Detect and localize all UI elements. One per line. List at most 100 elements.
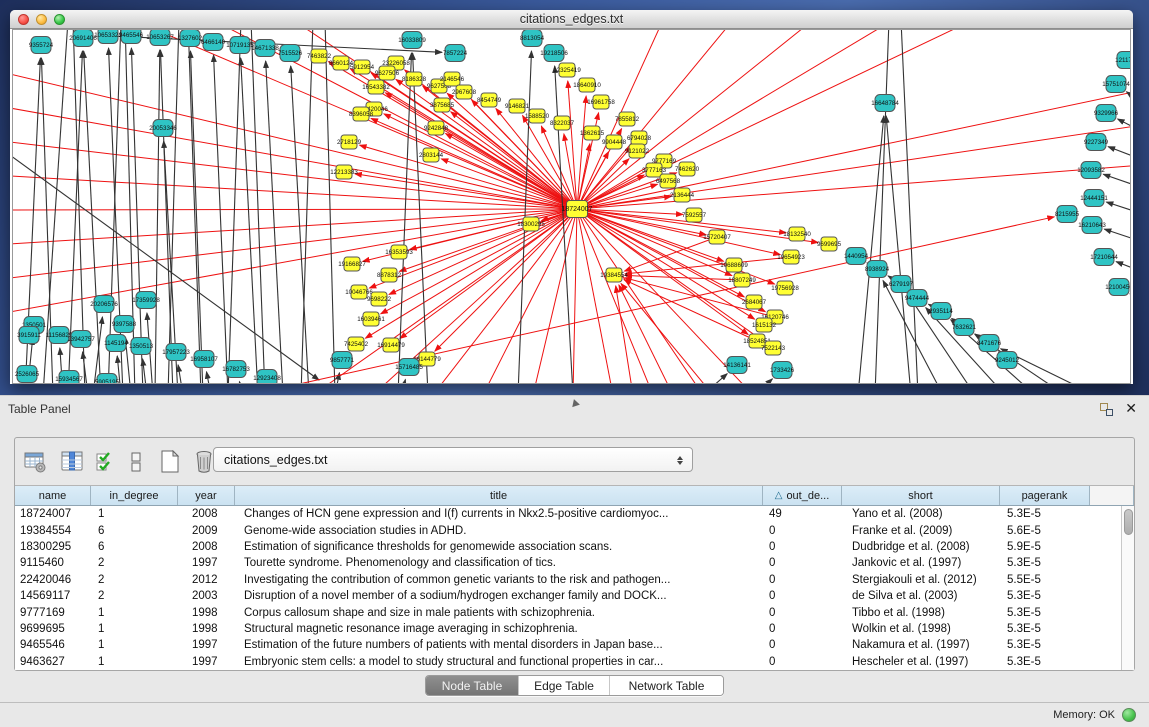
table-body[interactable]: 1872400712008Changes of HCN gene express… — [15, 506, 1121, 670]
graph-node[interactable]: 1440954 — [844, 248, 869, 265]
graph-node[interactable]: 9245012 — [995, 352, 1020, 369]
table-selector-dropdown[interactable]: citations_edges.txt — [213, 447, 693, 472]
graph-node[interactable]: 9699695 — [817, 237, 842, 251]
graph-node[interactable]: 1350513 — [129, 338, 154, 355]
graph-node[interactable]: 9146821 — [505, 99, 530, 113]
graph-node[interactable]: 12444151 — [1080, 190, 1108, 207]
graph-node[interactable]: 9698222 — [367, 292, 392, 306]
graph-node[interactable]: 3915911 — [17, 327, 41, 344]
graph-node[interactable]: 7522143 — [761, 341, 786, 355]
table-row[interactable]: 2242004622012Investigating the contribut… — [15, 572, 1121, 588]
graph-node[interactable]: 13942757 — [67, 331, 95, 348]
graph-node[interactable]: 1211745 — [1115, 52, 1131, 69]
graph-node[interactable]: 20053346 — [149, 120, 177, 137]
graph-node[interactable]: 16958107 — [190, 351, 218, 368]
table-row[interactable]: 1872400712008Changes of HCN gene express… — [15, 506, 1121, 522]
graph-node[interactable]: 2146546 — [440, 72, 465, 86]
graph-node[interactable]: 20691406 — [69, 30, 97, 47]
table-row[interactable]: 977716911998Corpus callosum shape and si… — [15, 604, 1121, 620]
network-window[interactable]: citations_edges.txt 18724007746382286601… — [10, 10, 1133, 384]
graph-node[interactable]: 9329966 — [1094, 105, 1119, 122]
graph-node[interactable]: 8813054 — [520, 30, 545, 47]
graph-node[interactable]: 19756928 — [771, 281, 799, 295]
graph-node[interactable]: 9227349 — [1084, 134, 1109, 151]
graph-node[interactable]: 9121022 — [625, 144, 650, 158]
graph-node[interactable]: 18132540 — [783, 227, 811, 241]
graph-node[interactable]: 9355724 — [29, 37, 54, 54]
close-panel-icon[interactable]: ✕ — [1125, 400, 1137, 417]
show-columns-icon[interactable] — [55, 451, 90, 473]
graph-node[interactable]: 14671338 — [251, 40, 279, 57]
graph-node[interactable]: 8215955 — [1055, 206, 1080, 223]
graph-node[interactable]: 1362615 — [580, 126, 605, 140]
column-header-title[interactable]: title — [235, 486, 763, 505]
graph-node[interactable]: 7855812 — [615, 112, 640, 126]
graph-node[interactable]: 19166827 — [338, 257, 366, 271]
graph-node[interactable]: 7515526 — [278, 45, 303, 62]
graph-node[interactable]: 2935114 — [929, 303, 953, 320]
graph-node[interactable]: 6466140 — [201, 34, 226, 51]
network-view[interactable]: 1872400774638228660124591295423226058962… — [12, 29, 1131, 384]
new-column-icon[interactable] — [152, 450, 187, 473]
graph-node[interactable]: 7462620 — [675, 162, 700, 176]
graph-node[interactable]: 12093582 — [1077, 162, 1105, 179]
column-header-year[interactable]: year — [178, 486, 235, 505]
graph-node[interactable]: 18640910 — [573, 78, 601, 92]
graph-node[interactable]: 19218506 — [540, 45, 568, 62]
column-header-short[interactable]: short — [842, 486, 1000, 505]
graph-node[interactable]: 15934567 — [55, 371, 83, 384]
graph-node[interactable]: 7632621 — [952, 319, 977, 336]
graph-node[interactable]: 8471676 — [977, 335, 1002, 352]
graph-node[interactable]: 17957223 — [162, 344, 190, 361]
graph-node[interactable]: 16353593 — [385, 245, 413, 259]
graph-node[interactable]: 9474444 — [905, 290, 930, 307]
tab-network-table[interactable]: Network Table — [609, 676, 723, 695]
graph-node[interactable]: 9465546 — [119, 30, 144, 44]
graph-node[interactable]: 15751074 — [1102, 76, 1130, 93]
table-row[interactable]: 1456911722003Disruption of a novel membe… — [15, 588, 1121, 604]
graph-node[interactable]: 10653267 — [146, 30, 174, 46]
table-row[interactable]: 1938455462009Genome-wide association stu… — [15, 522, 1121, 538]
graph-node[interactable]: 1327602 — [178, 30, 203, 47]
graph-node[interactable]: 2526065 — [15, 366, 40, 383]
column-header-out-degree[interactable]: △out_de... — [763, 486, 842, 505]
graph-node[interactable]: 9857771 — [330, 352, 355, 369]
graph-node[interactable]: 5905195 — [95, 374, 120, 384]
row-height-icon[interactable] — [120, 451, 152, 473]
graph-node[interactable]: 2718129 — [337, 135, 362, 149]
graph-node[interactable]: 3875685 — [430, 98, 455, 112]
graph-node[interactable]: 9397588 — [112, 316, 137, 333]
graph-node[interactable]: 12325419 — [553, 63, 581, 77]
column-header-pagerank[interactable]: pagerank — [1000, 486, 1090, 505]
graph-node[interactable]: 17210644 — [1090, 249, 1118, 266]
graph-node[interactable]: 8878312 — [377, 268, 402, 282]
table-scrollbar-thumb[interactable] — [1124, 509, 1133, 535]
graph-node[interactable]: 8454749 — [477, 93, 502, 107]
graph-node[interactable]: 2684067 — [742, 295, 767, 309]
column-header-name[interactable]: name — [15, 486, 91, 505]
column-header-in-degree[interactable]: in_degree — [91, 486, 178, 505]
graph-node[interactable]: 20206576 — [90, 296, 118, 313]
graph-node[interactable]: 15720407 — [703, 230, 731, 244]
table-row[interactable]: 911546021997Tourette syndrome. Phenomeno… — [15, 555, 1121, 571]
graph-node[interactable]: 9242848 — [424, 121, 449, 135]
graph-node[interactable]: 8938924 — [865, 261, 890, 278]
graph-node[interactable]: 7592557 — [682, 208, 707, 222]
graph-node[interactable]: 16648784 — [871, 95, 899, 112]
float-panel-icon[interactable] — [1100, 403, 1113, 416]
graph-node[interactable]: 12100456 — [1105, 279, 1131, 296]
graph-node[interactable]: 12213383 — [330, 165, 358, 179]
table-mode-icon[interactable] — [15, 451, 55, 473]
graph-node[interactable]: 6497568 — [656, 174, 681, 188]
graph-node[interactable]: 14136141 — [723, 357, 751, 374]
table-row[interactable]: 1830029562008Estimation of significance … — [15, 539, 1121, 555]
graph-node[interactable]: 12923408 — [253, 370, 281, 384]
graph-node[interactable]: 2967608 — [452, 85, 477, 99]
graph-node[interactable]: 8186328 — [402, 72, 427, 86]
graph-node[interactable]: 1145194 — [104, 335, 128, 352]
table-row[interactable]: 946362711997Embryonic stem cells: a mode… — [15, 654, 1121, 670]
graph-node[interactable]: 16210643 — [1078, 217, 1106, 234]
tab-edge-table[interactable]: Edge Table — [518, 676, 609, 695]
graph-node[interactable]: 7857224 — [443, 45, 468, 62]
graph-node[interactable]: 9904448 — [602, 135, 627, 149]
